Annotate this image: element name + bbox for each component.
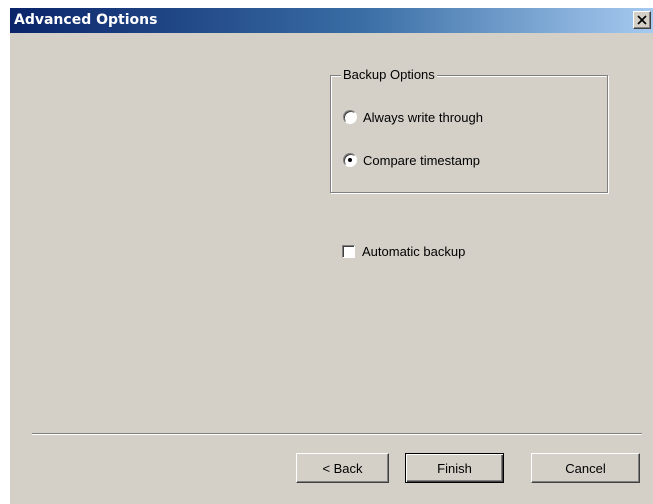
title-bar[interactable]: Advanced Options bbox=[10, 8, 653, 33]
automatic-backup-checkbox-row[interactable]: Automatic backup bbox=[342, 243, 465, 259]
automatic-backup-checkbox[interactable] bbox=[342, 244, 355, 258]
backup-options-group: Backup Options Always write through Comp… bbox=[330, 67, 608, 193]
radio-button[interactable] bbox=[343, 110, 357, 124]
radio-button-selected[interactable] bbox=[343, 153, 357, 167]
radio-always-write-through[interactable]: Always write through bbox=[343, 109, 483, 125]
cancel-button[interactable]: Cancel bbox=[531, 453, 640, 483]
back-button[interactable]: < Back bbox=[296, 453, 389, 483]
radio-compare-timestamp[interactable]: Compare timestamp bbox=[343, 152, 480, 168]
advanced-options-dialog: Advanced Options Backup Options Always w… bbox=[10, 8, 653, 504]
separator-line bbox=[32, 433, 642, 435]
window-title: Advanced Options bbox=[14, 12, 158, 28]
finish-button[interactable]: Finish bbox=[405, 453, 504, 483]
close-icon bbox=[637, 15, 647, 25]
radio-label: Compare timestamp bbox=[363, 152, 481, 168]
radio-label: Always write through bbox=[363, 109, 483, 125]
backup-options-label: Backup Options bbox=[341, 67, 437, 82]
automatic-backup-label: Automatic backup bbox=[362, 243, 466, 259]
close-button[interactable] bbox=[633, 11, 651, 29]
